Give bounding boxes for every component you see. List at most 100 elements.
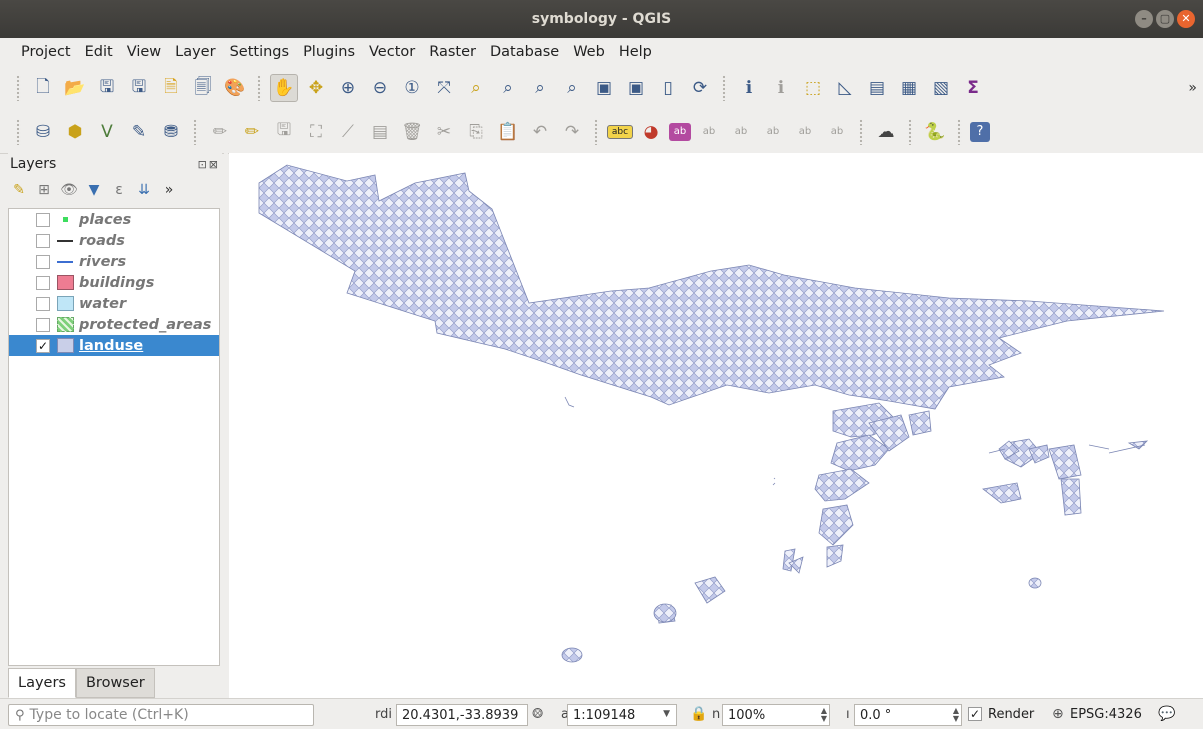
layer-visibility-checkbox[interactable] xyxy=(36,317,50,332)
locator-search-input[interactable]: ⚲ Type to locate (Ctrl+K) xyxy=(8,704,314,726)
move-label-icon[interactable]: ab xyxy=(759,118,787,146)
manage-map-themes-icon[interactable]: 👁 xyxy=(60,182,78,198)
save-project-icon[interactable]: 🖫 xyxy=(93,74,121,102)
spin-arrows-icon[interactable]: ▲ ▼ xyxy=(953,707,959,723)
save-as-icon[interactable]: 🖫 xyxy=(125,74,153,102)
menu-vector[interactable]: Vector xyxy=(362,44,422,60)
quickosm-icon[interactable]: ☁ xyxy=(872,118,900,146)
layer-item-protected-areas[interactable]: protected_areas xyxy=(9,314,219,335)
field-calculator-icon[interactable]: ▧ xyxy=(927,74,955,102)
layer-visibility-checkbox[interactable] xyxy=(36,296,50,311)
filter-legend-icon[interactable]: ▼ xyxy=(85,182,103,198)
select-features-icon[interactable]: ⬚ xyxy=(799,74,827,102)
toolbar-grip[interactable] xyxy=(193,118,198,145)
add-group-icon[interactable]: ⊞ xyxy=(35,182,53,198)
redo-icon[interactable]: ↷ xyxy=(558,118,586,146)
menu-settings[interactable]: Settings xyxy=(223,44,296,60)
help-icon[interactable]: ? xyxy=(970,121,990,142)
show-hide-labels-icon[interactable]: ab xyxy=(727,118,755,146)
zoom-last-icon[interactable]: ⌕ xyxy=(526,74,554,102)
zoom-to-selection-icon[interactable]: ⌕ xyxy=(462,74,490,102)
highlight-pinned-labels-icon[interactable]: ab xyxy=(695,118,723,146)
pan-map-icon[interactable]: ✋ xyxy=(270,74,298,102)
zoom-out-icon[interactable]: ⊖ xyxy=(366,74,394,102)
undo-icon[interactable]: ↶ xyxy=(526,118,554,146)
crs-globe-icon[interactable]: ⊕ xyxy=(1052,706,1064,722)
attribute-table-icon[interactable]: ▦ xyxy=(895,74,923,102)
new-temporary-layer-icon[interactable]: ✎ xyxy=(125,118,153,146)
zoom-native-icon[interactable]: ① xyxy=(398,74,426,102)
change-label-icon[interactable]: ab xyxy=(823,118,851,146)
vertex-tool-icon[interactable]: ⟋ xyxy=(334,118,362,146)
data-source-manager-icon[interactable]: ⛁ xyxy=(29,118,57,146)
current-edits-icon[interactable]: ✏ xyxy=(206,118,234,146)
python-console-icon[interactable]: 🐍 xyxy=(921,118,949,146)
messages-icon[interactable]: 💬 xyxy=(1158,706,1175,722)
layer-labeling-icon[interactable]: abc xyxy=(607,124,633,139)
layer-visibility-checkbox[interactable] xyxy=(36,275,50,290)
layer-visibility-checkbox[interactable] xyxy=(36,254,50,269)
toggle-editing-icon[interactable]: ✏ xyxy=(238,118,266,146)
toggle-extents-icon[interactable]: ⨷ xyxy=(532,706,543,722)
layer-visibility-checkbox[interactable] xyxy=(36,233,50,248)
pin-labels-icon[interactable]: ab xyxy=(669,122,691,141)
menu-layer[interactable]: Layer xyxy=(168,44,222,60)
rotation-spinbox[interactable]: 0.0 ° ▲ ▼ xyxy=(854,704,962,726)
layer-item-buildings[interactable]: buildings xyxy=(9,272,219,293)
new-project-icon[interactable]: 🗋 xyxy=(29,74,57,102)
toolbar-grip[interactable] xyxy=(16,75,21,101)
menu-raster[interactable]: Raster xyxy=(422,44,483,60)
panel-splitter[interactable] xyxy=(224,153,228,698)
refresh-icon[interactable]: ⟳ xyxy=(686,74,714,102)
minimize-button[interactable]: – xyxy=(1135,10,1153,28)
expand-all-icon[interactable]: ⇊ xyxy=(135,182,153,198)
panel-float-close-icon[interactable]: ⊡⊠ xyxy=(198,158,220,171)
scale-combobox[interactable]: 1:109148 ▼ xyxy=(567,704,677,726)
toolbar-grip[interactable] xyxy=(722,75,727,101)
menu-help[interactable]: Help xyxy=(612,44,659,60)
menu-project[interactable]: Project xyxy=(14,44,78,60)
lock-icon[interactable]: 🔒 xyxy=(690,706,707,722)
tab-layers[interactable]: Layers xyxy=(8,668,76,698)
copy-features-icon[interactable]: ⎘ xyxy=(462,118,490,146)
render-checkbox[interactable]: ✓ xyxy=(968,707,982,721)
coordinate-field[interactable]: 20.4301,-33.8939 xyxy=(396,704,528,726)
select-by-expression-icon[interactable]: ▤ xyxy=(863,74,891,102)
layer-visibility-checkbox[interactable]: ✓ xyxy=(36,338,50,353)
new-virtual-layer-icon[interactable]: ⛃ xyxy=(157,118,185,146)
cut-features-icon[interactable]: ✂ xyxy=(430,118,458,146)
identify-features-icon[interactable]: ℹ xyxy=(735,74,763,102)
map-render[interactable] xyxy=(229,153,1203,698)
filter-by-expression-icon[interactable]: ε xyxy=(110,182,128,198)
new-geopackage-layer-icon[interactable]: ⬢ xyxy=(61,118,89,146)
digitize-icon[interactable]: ⛶ xyxy=(302,118,330,146)
toolbar-overflow-icon[interactable]: » xyxy=(1188,80,1197,96)
toolbar-grip[interactable] xyxy=(594,118,599,145)
zoom-in-icon[interactable]: ⊕ xyxy=(334,74,362,102)
zoom-to-layer-icon[interactable]: ⌕ xyxy=(494,74,522,102)
modify-attributes-icon[interactable]: ▤ xyxy=(366,118,394,146)
zoom-full-icon[interactable]: ⤧ xyxy=(430,74,458,102)
spin-arrows-icon[interactable]: ▲ ▼ xyxy=(821,707,827,723)
layer-item-places[interactable]: places xyxy=(9,209,219,230)
layer-item-roads[interactable]: roads xyxy=(9,230,219,251)
layer-visibility-checkbox[interactable] xyxy=(36,212,50,227)
menu-web[interactable]: Web xyxy=(566,44,612,60)
toolbar-grip[interactable] xyxy=(859,118,864,145)
open-project-icon[interactable]: 📂 xyxy=(61,74,89,102)
close-button[interactable]: ✕ xyxy=(1177,10,1195,28)
new-shapefile-layer-icon[interactable]: V xyxy=(93,118,121,146)
new-3d-map-view-icon[interactable]: ▣ xyxy=(622,74,650,102)
maximize-button[interactable]: ▢ xyxy=(1156,10,1174,28)
panel-toolbar-overflow-icon[interactable]: » xyxy=(160,182,178,198)
layer-item-landuse[interactable]: ✓ landuse xyxy=(9,335,219,356)
style-manager-icon[interactable]: 🎨 xyxy=(221,74,249,102)
layer-item-rivers[interactable]: rivers xyxy=(9,251,219,272)
deselect-features-icon[interactable]: ◺ xyxy=(831,74,859,102)
new-map-view-icon[interactable]: ▣ xyxy=(590,74,618,102)
map-tips-icon[interactable]: ℹ xyxy=(767,74,795,102)
toolbar-grip[interactable] xyxy=(908,118,913,145)
menu-database[interactable]: Database xyxy=(483,44,566,60)
toolbar-grip[interactable] xyxy=(16,118,21,145)
new-print-layout-icon[interactable]: 🗎 xyxy=(157,74,185,102)
